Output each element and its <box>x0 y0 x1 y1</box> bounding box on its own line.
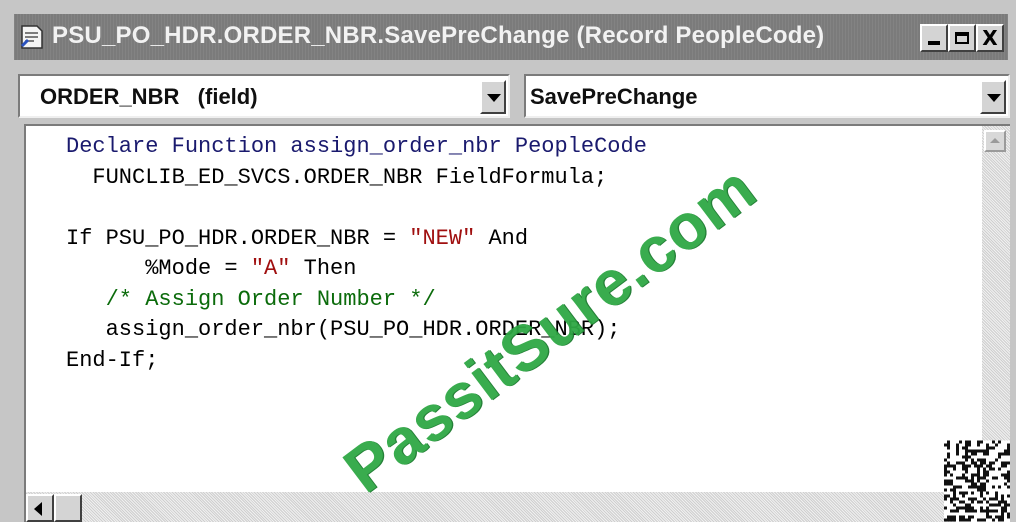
code-token: Declare Function assign_order_nbr People… <box>66 134 647 159</box>
code-token: And <box>475 225 529 251</box>
close-icon: X <box>982 26 998 50</box>
maximize-button[interactable] <box>948 24 976 52</box>
title-bar[interactable]: PSU_PO_HDR.ORDER_NBR.SavePreChange (Reco… <box>14 14 1008 60</box>
qr-code-icon <box>944 440 1010 522</box>
scroll-thumb[interactable] <box>54 494 82 522</box>
chevron-down-icon <box>487 94 501 102</box>
object-dropdown-value: ORDER_NBR (field) <box>40 84 258 109</box>
chevron-down-icon <box>987 94 1001 102</box>
minimize-icon <box>928 41 940 45</box>
code-token: %Mode = <box>66 256 251 281</box>
code-line[interactable]: If PSU_PO_HDR.ORDER_NBR = "NEW" And <box>66 224 647 255</box>
minimize-button[interactable] <box>920 24 948 52</box>
code-token: "A" <box>250 256 291 281</box>
code-token: "NEW" <box>409 225 476 251</box>
code-token: If PSU_PO_HDR.ORDER_NBR = <box>66 225 410 251</box>
object-dropdown-button[interactable] <box>480 80 506 114</box>
horizontal-scrollbar[interactable] <box>26 492 956 522</box>
code-token: Then <box>290 256 357 281</box>
maximize-icon <box>955 32 969 44</box>
code-token: FUNCLIB_ED_SVCS.ORDER_NBR FieldFormula; <box>66 164 608 190</box>
document-icon <box>20 24 44 50</box>
event-dropdown-button[interactable] <box>980 80 1006 114</box>
code-line[interactable]: Declare Function assign_order_nbr People… <box>66 132 647 163</box>
close-button[interactable]: X <box>976 24 1004 52</box>
event-dropdown[interactable]: SavePreChange <box>524 74 1010 118</box>
code-token: /* Assign Order Number */ <box>66 286 436 312</box>
scroll-left-button[interactable] <box>26 494 54 522</box>
vertical-scrollbar[interactable] <box>982 126 1010 472</box>
code-line[interactable] <box>66 193 647 224</box>
chevron-up-icon <box>990 138 1000 143</box>
object-dropdown[interactable]: ORDER_NBR (field) <box>18 74 510 118</box>
scroll-up-button[interactable] <box>984 130 1006 152</box>
event-dropdown-value: SavePreChange <box>530 84 698 109</box>
code-line[interactable]: FUNCLIB_ED_SVCS.ORDER_NBR FieldFormula; <box>66 163 647 194</box>
code-token: End-If; <box>66 347 159 373</box>
chevron-left-icon <box>34 502 42 516</box>
peoplecode-editor-window: PSU_PO_HDR.ORDER_NBR.SavePreChange (Reco… <box>0 0 1016 522</box>
window-title: PSU_PO_HDR.ORDER_NBR.SavePreChange (Reco… <box>52 22 825 49</box>
